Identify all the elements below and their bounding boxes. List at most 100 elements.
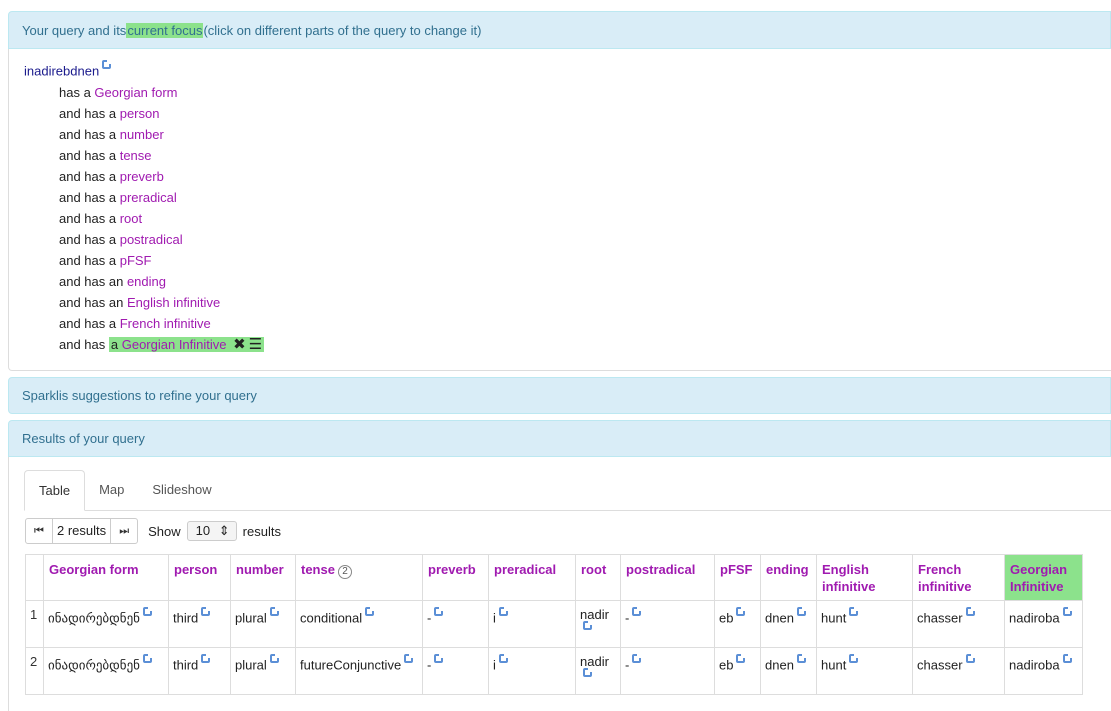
next-page-button[interactable]: ⏭ xyxy=(111,519,137,543)
external-link-icon[interactable] xyxy=(142,654,152,663)
cell-value[interactable]: eb xyxy=(719,610,733,625)
table-cell[interactable]: conditional xyxy=(295,600,423,648)
cell-value[interactable]: chasser xyxy=(917,657,963,672)
query-line[interactable]: and has an English infinitive xyxy=(59,292,264,313)
query-keyword[interactable]: ending xyxy=(127,274,166,289)
cell-value[interactable]: plural xyxy=(235,610,267,625)
external-link-icon[interactable] xyxy=(201,607,211,616)
external-link-icon[interactable] xyxy=(102,60,112,69)
cell-value[interactable]: - xyxy=(625,657,629,672)
external-link-icon[interactable] xyxy=(269,607,279,616)
table-cell[interactable]: futureConjunctive xyxy=(295,647,423,695)
query-line[interactable]: has a Georgian form xyxy=(59,82,264,103)
table-cell[interactable]: plural xyxy=(230,647,296,695)
table-cell[interactable]: chasser xyxy=(912,600,1005,648)
table-cell[interactable]: - xyxy=(620,600,715,648)
external-link-icon[interactable] xyxy=(796,654,806,663)
external-link-icon[interactable] xyxy=(965,654,975,663)
query-keyword[interactable]: person xyxy=(120,106,160,121)
column-header[interactable]: pFSF xyxy=(714,554,761,601)
table-cell[interactable]: dnen xyxy=(760,600,817,648)
table-cell[interactable]: i xyxy=(488,600,576,648)
cell-value[interactable]: dnen xyxy=(765,657,794,672)
menu-icon[interactable]: ☰ xyxy=(249,336,262,353)
cell-value[interactable]: futureConjunctive xyxy=(300,657,401,672)
table-cell[interactable]: hunt xyxy=(816,647,913,695)
query-root[interactable]: inadirebdnen xyxy=(24,60,112,78)
query-keyword[interactable]: number xyxy=(120,127,164,142)
suggestions-panel-header[interactable]: Sparklis suggestions to refine your quer… xyxy=(8,377,1111,414)
cell-value[interactable]: chasser xyxy=(917,610,963,625)
cell-value[interactable]: nadir xyxy=(580,607,609,622)
tab-table[interactable]: Table xyxy=(24,470,86,511)
table-cell[interactable]: eb xyxy=(714,600,761,648)
external-link-icon[interactable] xyxy=(583,668,592,677)
cell-value[interactable]: hunt xyxy=(821,610,846,625)
cell-value[interactable]: - xyxy=(625,610,629,625)
cell-value[interactable]: nadiroba xyxy=(1009,657,1060,672)
table-cell[interactable]: - xyxy=(620,647,715,695)
query-keyword[interactable]: pFSF xyxy=(120,253,152,268)
query-line[interactable]: and has a preverb xyxy=(59,166,264,187)
external-link-icon[interactable] xyxy=(1062,654,1072,663)
table-cell[interactable]: dnen xyxy=(760,647,817,695)
tab-slideshow[interactable]: Slideshow xyxy=(138,470,225,511)
tab-map[interactable]: Map xyxy=(85,470,138,511)
query-line[interactable]: and has a number xyxy=(59,124,264,145)
external-link-icon[interactable] xyxy=(201,654,211,663)
column-header-focus[interactable]: Georgian Infinitive xyxy=(1004,554,1083,601)
table-cell[interactable]: nadiroba xyxy=(1004,600,1083,648)
table-cell[interactable]: ინადირებდნენ xyxy=(43,600,169,648)
cell-value[interactable]: plural xyxy=(235,657,267,672)
column-header[interactable]: postradical xyxy=(620,554,715,601)
external-link-icon[interactable] xyxy=(796,607,806,616)
table-cell[interactable]: third xyxy=(168,600,231,648)
column-header[interactable]: Georgian form xyxy=(43,554,169,601)
query-keyword[interactable]: French infinitive xyxy=(120,316,211,331)
external-link-icon[interactable] xyxy=(583,621,592,630)
cell-value[interactable]: nadir xyxy=(580,654,609,669)
external-link-icon[interactable] xyxy=(498,607,508,616)
query-keyword[interactable]: root xyxy=(120,211,142,226)
table-cell[interactable]: third xyxy=(168,647,231,695)
external-link-icon[interactable] xyxy=(632,654,642,663)
column-header[interactable]: preradical xyxy=(488,554,576,601)
results-panel-header[interactable]: Results of your query xyxy=(8,420,1111,457)
column-header[interactable]: person xyxy=(168,554,231,601)
cell-value[interactable]: - xyxy=(427,657,431,672)
cell-value[interactable]: hunt xyxy=(821,657,846,672)
column-header[interactable]: English infinitive xyxy=(816,554,913,601)
column-header[interactable]: root xyxy=(575,554,621,601)
query-keyword[interactable]: English infinitive xyxy=(127,295,220,310)
query-focus-line[interactable]: and has a Georgian Infinitive ✖ ☰ xyxy=(59,334,265,355)
cell-value[interactable]: ინადირებდნენ xyxy=(48,657,140,672)
query-line[interactable]: and has a pFSF xyxy=(59,250,264,271)
external-link-icon[interactable] xyxy=(736,654,746,663)
external-link-icon[interactable] xyxy=(498,654,508,663)
cell-value[interactable]: i xyxy=(493,657,496,672)
external-link-icon[interactable] xyxy=(434,654,444,663)
table-cell[interactable]: hunt xyxy=(816,600,913,648)
query-keyword[interactable]: Georgian form xyxy=(94,85,177,100)
query-keyword[interactable]: tense xyxy=(120,148,152,163)
cell-value[interactable]: third xyxy=(173,657,198,672)
query-line[interactable]: and has a tense xyxy=(59,145,264,166)
cell-value[interactable]: nadiroba xyxy=(1009,610,1060,625)
query-keyword[interactable]: preradical xyxy=(120,190,177,205)
cell-value[interactable]: third xyxy=(173,610,198,625)
page-size-select[interactable]: 10 ⇕ xyxy=(186,521,237,541)
external-link-icon[interactable] xyxy=(142,607,152,616)
table-cell[interactable]: i xyxy=(488,647,576,695)
external-link-icon[interactable] xyxy=(632,607,642,616)
cell-value[interactable]: conditional xyxy=(300,610,362,625)
column-header[interactable]: number xyxy=(230,554,296,601)
external-link-icon[interactable] xyxy=(365,607,375,616)
table-cell[interactable]: eb xyxy=(714,647,761,695)
table-cell[interactable]: chasser xyxy=(912,647,1005,695)
table-cell[interactable]: plural xyxy=(230,600,296,648)
query-focus[interactable]: a Georgian Infinitive ✖ ☰ xyxy=(108,336,265,353)
query-line[interactable]: and has a preradical xyxy=(59,187,264,208)
table-cell[interactable]: nadir xyxy=(575,647,621,695)
external-link-icon[interactable] xyxy=(965,607,975,616)
column-header[interactable]: preverb xyxy=(422,554,489,601)
